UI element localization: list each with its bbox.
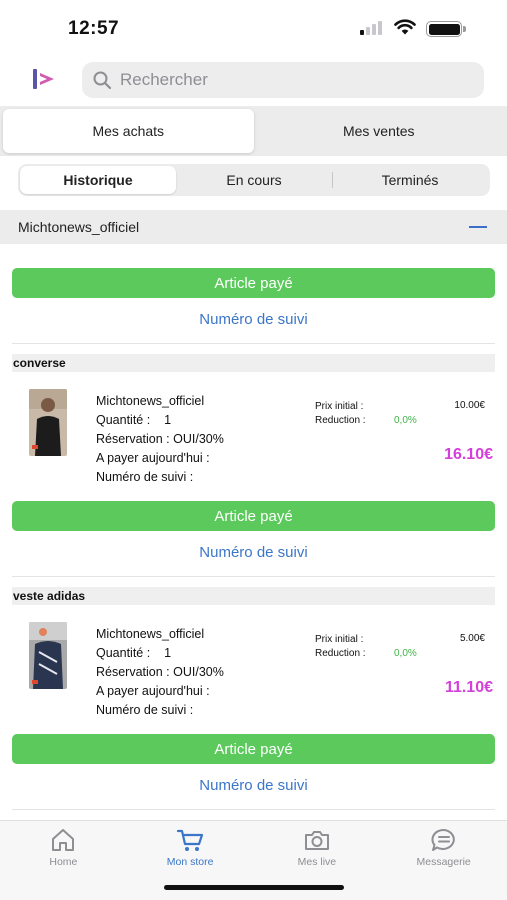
item-tracking-number: Numéro de suivi : bbox=[96, 703, 194, 717]
initial-price-label: Prix initial : bbox=[315, 634, 364, 645]
product-thumbnail[interactable] bbox=[29, 389, 67, 456]
tab-mes-ventes[interactable]: Mes ventes bbox=[254, 109, 505, 153]
tracking-link[interactable]: Numéro de suivi bbox=[0, 777, 507, 794]
quantity-value: 1 bbox=[164, 646, 172, 660]
app-logo-icon bbox=[33, 69, 54, 89]
item-tracking-number: Numéro de suivi : bbox=[96, 470, 194, 484]
tab-mes-achats[interactable]: Mes achats bbox=[3, 109, 254, 153]
divider bbox=[12, 343, 495, 344]
purchase-sales-tabs: Mes achats Mes ventes bbox=[0, 106, 507, 156]
article-paid-button[interactable]: Article payé bbox=[12, 501, 495, 531]
battery-icon bbox=[426, 21, 462, 37]
item-seller: Michtonews_officiel bbox=[96, 394, 205, 408]
nav-home[interactable]: Home bbox=[0, 821, 127, 900]
tab-historique[interactable]: Historique bbox=[20, 166, 176, 194]
initial-price-value: 10.00€ bbox=[454, 400, 485, 411]
status-bar: 12:57 bbox=[0, 0, 507, 54]
order-status-segmented-control: Historique En cours Terminés bbox=[18, 164, 490, 196]
reduction-value: 0,0% bbox=[394, 415, 417, 426]
nav-messagerie[interactable]: Messagerie bbox=[380, 821, 507, 900]
search-input[interactable] bbox=[120, 70, 450, 90]
reduction-label: Reduction : bbox=[315, 415, 366, 426]
collapse-icon[interactable] bbox=[469, 226, 487, 228]
product-thumbnail[interactable] bbox=[29, 622, 67, 689]
quantity-label: Quantité : bbox=[96, 413, 151, 427]
nav-messagerie-label: Messagerie bbox=[416, 856, 471, 868]
item-quantity-row: Quantité : 1 bbox=[96, 411, 224, 430]
tracking-link[interactable]: Numéro de suivi bbox=[0, 311, 507, 328]
item-reservation: Réservation : OUI/30% bbox=[96, 432, 224, 446]
article-paid-button[interactable]: Article payé bbox=[12, 734, 495, 764]
search-bar[interactable] bbox=[82, 62, 484, 98]
home-indicator bbox=[164, 885, 344, 890]
chat-icon bbox=[431, 828, 455, 851]
divider bbox=[12, 576, 495, 577]
product-photo-icon bbox=[29, 622, 67, 689]
reduction-label: Reduction : bbox=[315, 648, 366, 659]
tracking-link[interactable]: Numéro de suivi bbox=[0, 544, 507, 561]
wifi-icon bbox=[394, 19, 416, 35]
nav-mes-live-label: Mes live bbox=[297, 856, 337, 868]
item-to-pay-today: A payer aujourd'hui : bbox=[96, 684, 210, 698]
seller-name: Michtonews_officiel bbox=[18, 219, 140, 235]
nav-home-label: Home bbox=[49, 856, 78, 868]
item-title: veste adidas bbox=[12, 587, 495, 605]
quantity-value: 1 bbox=[164, 413, 172, 427]
divider bbox=[12, 809, 495, 810]
cellular-signal-icon bbox=[360, 21, 386, 35]
tab-termines[interactable]: Terminés bbox=[332, 166, 488, 194]
nav-mon-store-label: Mon store bbox=[166, 856, 214, 868]
item-details: Michtonews_officiel Quantité : 1 Réserva… bbox=[96, 625, 224, 720]
article-paid-button[interactable]: Article payé bbox=[12, 268, 495, 298]
reduction-value: 0,0% bbox=[394, 648, 417, 659]
item-title: converse bbox=[12, 354, 495, 372]
initial-price-value: 5.00€ bbox=[459, 633, 485, 644]
item-details: Michtonews_officiel Quantité : 1 Réserva… bbox=[96, 392, 224, 487]
item-seller: Michtonews_officiel bbox=[96, 627, 205, 641]
search-icon bbox=[93, 71, 112, 90]
item-to-pay-today: A payer aujourd'hui : bbox=[96, 451, 210, 465]
total-price: 11.10€ bbox=[444, 679, 493, 696]
battery-tip bbox=[463, 26, 466, 32]
initial-price-label: Prix initial : bbox=[315, 401, 364, 412]
home-icon bbox=[52, 829, 75, 851]
item-quantity-row: Quantité : 1 bbox=[96, 644, 224, 663]
total-price: 16.10€ bbox=[444, 446, 493, 463]
cart-icon bbox=[177, 829, 204, 851]
status-time: 12:57 bbox=[68, 18, 120, 39]
seller-group-header[interactable]: Michtonews_officiel bbox=[0, 210, 507, 244]
quantity-label: Quantité : bbox=[96, 646, 151, 660]
item-reservation: Réservation : OUI/30% bbox=[96, 665, 224, 679]
product-photo-icon bbox=[29, 389, 67, 456]
camera-icon bbox=[304, 831, 329, 850]
tab-en-cours[interactable]: En cours bbox=[176, 166, 332, 194]
